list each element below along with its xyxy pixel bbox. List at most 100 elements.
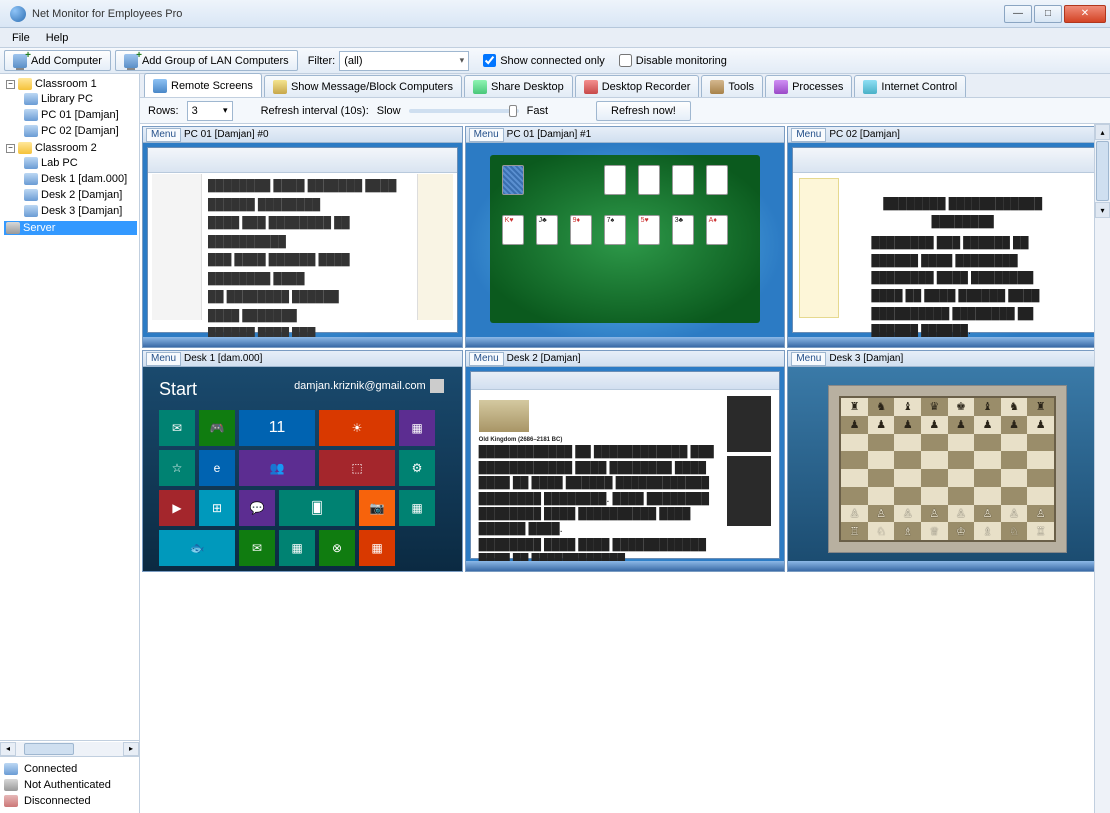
scroll-left-icon[interactable]: ◂: [0, 742, 16, 756]
tree-group-label: Classroom 1: [35, 78, 97, 90]
add-group-icon: [124, 54, 138, 68]
thumb-title: PC 01 [Damjan] #0: [184, 129, 269, 140]
legend-connected: Connected: [24, 763, 77, 775]
tree-item-pc02[interactable]: PC 02 [Damjan]: [22, 124, 137, 138]
legend: Connected Not Authenticated Disconnected: [0, 756, 139, 813]
app-preview: ♜♞♝♛♚♝♞♜♟♟♟♟♟♟♟♟♙♙♙♙♙♙♙♙♖♘♗♕♔♗♘♖: [788, 367, 1107, 571]
computer-icon: [24, 189, 38, 201]
tree-item-desk3[interactable]: Desk 3 [Damjan]: [22, 204, 137, 218]
refresh-slider[interactable]: [409, 109, 519, 113]
sidebar: − Classroom 1 Library PC PC 01 [Damjan] …: [0, 74, 140, 813]
content-panel: Remote Screens Show Message/Block Comput…: [140, 74, 1110, 813]
app-preview: Start damjan.kriznik@gmail.com ✉🎮11☀▦ ☆e…: [143, 367, 462, 571]
collapse-icon[interactable]: −: [6, 80, 15, 89]
window-title: Net Monitor for Employees Pro: [32, 8, 1002, 20]
show-connected-input[interactable]: [483, 54, 496, 67]
tree-scrollbar[interactable]: ◂ ▸: [0, 740, 139, 756]
thumb-menu-button[interactable]: Menu: [791, 352, 826, 366]
recorder-icon: [584, 80, 598, 94]
thumb-menu-button[interactable]: Menu: [469, 352, 504, 366]
processes-icon: [774, 80, 788, 94]
thumb-menu-button[interactable]: Menu: [146, 352, 181, 366]
close-button[interactable]: ✕: [1064, 5, 1106, 23]
disable-monitoring-input[interactable]: [619, 54, 632, 67]
tree-item-library-pc[interactable]: Library PC: [22, 92, 137, 106]
screen-thumb-pc01-0[interactable]: MenuPC 01 [Damjan] #0 ████████ ████ ████…: [142, 126, 463, 348]
thumb-title: PC 01 [Damjan] #1: [507, 129, 592, 140]
server-icon: [6, 222, 20, 234]
thumb-menu-button[interactable]: Menu: [469, 128, 504, 142]
tools-icon: [710, 80, 724, 94]
menu-file[interactable]: File: [4, 30, 38, 46]
menubar: File Help: [0, 28, 1110, 48]
rows-select[interactable]: 3: [187, 101, 233, 121]
scroll-up-icon[interactable]: ▴: [1095, 124, 1110, 140]
tree-group-classroom1[interactable]: − Classroom 1: [4, 77, 137, 91]
avatar-icon: [430, 379, 444, 393]
app-preview: ████████ ████ ███████ ██████████ ███████…: [147, 147, 458, 333]
tab-tools[interactable]: Tools: [701, 75, 763, 97]
filter-label: Filter:: [308, 55, 336, 67]
add-group-label: Add Group of LAN Computers: [142, 55, 289, 67]
scroll-down-icon[interactable]: ▾: [1095, 202, 1110, 218]
screen-thumb-desk3[interactable]: MenuDesk 3 [Damjan] ♜♞♝♛♚♝♞♜♟♟♟♟♟♟♟♟♙♙♙♙…: [787, 350, 1108, 572]
disable-monitoring-label: Disable monitoring: [636, 55, 727, 67]
internet-icon: [863, 80, 877, 94]
screen-thumb-desk1[interactable]: MenuDesk 1 [dam.000] Start damjan.krizni…: [142, 350, 463, 572]
screen-thumb-pc02[interactable]: MenuPC 02 [Damjan] ████████ ████████████…: [787, 126, 1108, 348]
screen-thumb-desk2[interactable]: MenuDesk 2 [Damjan] Old Kingdom (2686–21…: [465, 350, 786, 572]
computer-icon: [24, 109, 38, 121]
tab-processes[interactable]: Processes: [765, 75, 852, 97]
folder-icon: [18, 78, 32, 90]
tab-internet-control[interactable]: Internet Control: [854, 75, 966, 97]
tree-item-server[interactable]: Server: [4, 221, 137, 235]
tab-remote-screens[interactable]: Remote Screens: [144, 73, 262, 97]
add-computer-button[interactable]: Add Computer: [4, 50, 111, 71]
thumb-menu-button[interactable]: Menu: [791, 128, 826, 142]
collapse-icon[interactable]: −: [6, 144, 15, 153]
slider-thumb[interactable]: [509, 105, 517, 117]
computer-icon: [24, 173, 38, 185]
screens-grid: MenuPC 01 [Damjan] #0 ████████ ████ ████…: [140, 124, 1110, 813]
scroll-thumb[interactable]: [1096, 141, 1109, 201]
minimize-button[interactable]: —: [1004, 5, 1032, 23]
screen-thumb-pc01-1[interactable]: MenuPC 01 [Damjan] #1 K♥ J♣: [465, 126, 786, 348]
toolbar: Add Computer Add Group of LAN Computers …: [0, 48, 1110, 74]
screens-icon: [153, 79, 167, 93]
scroll-track[interactable]: [16, 742, 123, 756]
add-computer-label: Add Computer: [31, 55, 102, 67]
maximize-button[interactable]: □: [1034, 5, 1062, 23]
app-preview: K♥ J♣ 9♦ 7♠ 5♥ 3♣ A♦: [466, 143, 785, 347]
scroll-right-icon[interactable]: ▸: [123, 742, 139, 756]
tree-group-classroom2[interactable]: − Classroom 2: [4, 141, 137, 155]
add-group-button[interactable]: Add Group of LAN Computers: [115, 50, 298, 71]
computer-tree[interactable]: − Classroom 1 Library PC PC 01 [Damjan] …: [0, 74, 139, 740]
tab-show-message[interactable]: Show Message/Block Computers: [264, 75, 462, 97]
menu-help[interactable]: Help: [38, 30, 77, 46]
tabs: Remote Screens Show Message/Block Comput…: [140, 74, 1110, 98]
tree-item-desk2[interactable]: Desk 2 [Damjan]: [22, 188, 137, 202]
share-icon: [473, 80, 487, 94]
grid-scrollbar[interactable]: ▴ ▾: [1094, 124, 1110, 813]
tree-group-label: Classroom 2: [35, 142, 97, 154]
disable-monitoring-checkbox[interactable]: Disable monitoring: [619, 54, 727, 67]
refresh-now-button[interactable]: Refresh now!: [596, 101, 691, 121]
app-preview: Old Kingdom (2686–2181 BC) ████████████ …: [470, 371, 781, 559]
screens-toolbar: Rows: 3 Refresh interval (10s): Slow Fas…: [140, 98, 1110, 124]
show-connected-checkbox[interactable]: Show connected only: [483, 54, 605, 67]
tab-share-desktop[interactable]: Share Desktop: [464, 75, 573, 97]
tree-item-desk1[interactable]: Desk 1 [dam.000]: [22, 172, 137, 186]
not-auth-icon: [4, 779, 18, 791]
app-preview: ████████ ████████████ ████████ ████████ …: [792, 147, 1103, 333]
connected-icon: [4, 763, 18, 775]
tree-item-pc01[interactable]: PC 01 [Damjan]: [22, 108, 137, 122]
thumb-menu-button[interactable]: Menu: [146, 128, 181, 142]
filter-select[interactable]: (all): [339, 51, 469, 71]
folder-icon: [18, 142, 32, 154]
legend-not-auth: Not Authenticated: [24, 779, 111, 791]
slow-label: Slow: [377, 105, 401, 117]
thumb-title: Desk 3 [Damjan]: [829, 353, 903, 364]
tree-item-lab-pc[interactable]: Lab PC: [22, 156, 137, 170]
scroll-thumb[interactable]: [24, 743, 74, 755]
tab-desktop-recorder[interactable]: Desktop Recorder: [575, 75, 700, 97]
